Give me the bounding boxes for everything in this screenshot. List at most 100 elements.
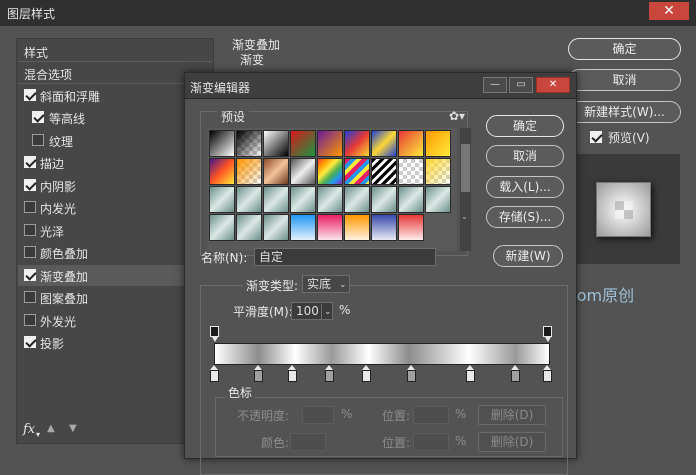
- gear-icon[interactable]: ✿▾: [449, 109, 465, 123]
- close-button[interactable]: ✕: [649, 2, 689, 20]
- preset-swatch[interactable]: [371, 158, 397, 185]
- smoothness-field[interactable]: 100 ⌄: [291, 302, 333, 320]
- checkbox[interactable]: [24, 89, 36, 101]
- color-stop[interactable]: [466, 365, 475, 382]
- preset-swatch[interactable]: [398, 130, 424, 157]
- arrow-down-icon[interactable]: ▼: [69, 423, 77, 434]
- style-item-bevel[interactable]: 斜面和浮雕: [18, 85, 212, 106]
- editor-ok-button[interactable]: 确定: [486, 115, 564, 137]
- style-item-satin[interactable]: 光泽: [18, 220, 212, 241]
- color-stop[interactable]: [543, 365, 552, 382]
- gradient-bar[interactable]: [214, 343, 550, 365]
- editor-cancel-button[interactable]: 取消: [486, 145, 564, 167]
- preset-swatch[interactable]: [317, 186, 343, 213]
- style-item-texture[interactable]: 纹理: [18, 130, 212, 151]
- color-stop[interactable]: [210, 365, 219, 382]
- preset-swatch[interactable]: [290, 130, 316, 157]
- preset-swatch[interactable]: [344, 158, 370, 185]
- gradient-type-label: 渐变类型:: [243, 277, 302, 294]
- color-stop[interactable]: [511, 365, 520, 382]
- preview-checkbox[interactable]: [590, 131, 602, 143]
- presets-scrollbar[interactable]: [460, 128, 471, 251]
- preset-swatch[interactable]: [209, 158, 235, 185]
- color-swatch: [290, 433, 326, 451]
- preset-swatch[interactable]: [425, 158, 451, 185]
- name-field[interactable]: 自定: [254, 248, 436, 266]
- arrow-up-icon[interactable]: ▲: [47, 423, 55, 434]
- style-item-color-overlay[interactable]: 颜色叠加: [18, 242, 212, 263]
- new-gradient-button[interactable]: 新建(W): [493, 245, 563, 267]
- opacity-stop[interactable]: [210, 326, 219, 342]
- color-stop[interactable]: [254, 365, 263, 382]
- load-button[interactable]: 载入(L)...: [486, 176, 564, 198]
- preset-swatch[interactable]: [398, 158, 424, 185]
- style-item-stroke[interactable]: 描边: [18, 152, 212, 173]
- scrollbar-thumb[interactable]: [461, 144, 470, 192]
- color-stop[interactable]: [325, 365, 334, 382]
- preset-swatch[interactable]: [317, 158, 343, 185]
- styles-header[interactable]: 样式: [18, 41, 212, 62]
- preset-swatch[interactable]: [317, 130, 343, 157]
- checkbox[interactable]: [24, 246, 36, 258]
- preset-swatch[interactable]: [236, 186, 262, 213]
- preset-swatch[interactable]: [344, 186, 370, 213]
- checkbox[interactable]: [24, 224, 36, 236]
- preset-swatch[interactable]: [425, 186, 451, 213]
- preset-swatch[interactable]: [290, 186, 316, 213]
- style-item-inner-shadow[interactable]: 内阴影: [18, 175, 212, 196]
- blending-options[interactable]: 混合选项: [18, 63, 212, 84]
- opacity-stop[interactable]: [543, 326, 552, 342]
- color-stop[interactable]: [407, 365, 416, 382]
- checkbox[interactable]: [24, 269, 36, 281]
- preset-swatch[interactable]: [209, 214, 235, 241]
- color-stop[interactable]: [288, 365, 297, 382]
- preset-swatch[interactable]: [263, 130, 289, 157]
- save-button[interactable]: 存储(S)...: [486, 206, 564, 228]
- preset-swatch[interactable]: [290, 158, 316, 185]
- fx-button[interactable]: fx: [23, 422, 35, 437]
- gradient-type-select[interactable]: 实底 ⌄: [302, 275, 350, 293]
- new-style-button[interactable]: 新建样式(W)...: [568, 101, 681, 123]
- preset-swatch[interactable]: [209, 130, 235, 157]
- checkbox[interactable]: [24, 156, 36, 168]
- style-item-contour[interactable]: 等高线: [18, 107, 212, 128]
- preset-swatch[interactable]: [371, 186, 397, 213]
- checkbox[interactable]: [24, 314, 36, 326]
- style-item-inner-glow[interactable]: 内发光: [18, 197, 212, 218]
- preset-swatch[interactable]: [371, 130, 397, 157]
- close-icon[interactable]: ✕: [536, 77, 570, 93]
- checkbox[interactable]: [24, 201, 36, 213]
- preset-swatch[interactable]: [290, 214, 316, 241]
- scroll-down-icon[interactable]: ⌄: [461, 212, 468, 221]
- checkbox[interactable]: [24, 336, 36, 348]
- checkbox[interactable]: [32, 111, 44, 123]
- style-item-pattern-overlay[interactable]: 图案叠加: [18, 287, 212, 308]
- preset-swatch[interactable]: [344, 214, 370, 241]
- color-stop[interactable]: [362, 365, 371, 382]
- style-item-outer-glow[interactable]: 外发光: [18, 310, 212, 331]
- preset-swatch[interactable]: [371, 214, 397, 241]
- preset-swatch[interactable]: [425, 130, 451, 157]
- preset-swatch[interactable]: [263, 214, 289, 241]
- preset-swatch[interactable]: [317, 214, 343, 241]
- preset-swatch[interactable]: [398, 186, 424, 213]
- preset-swatch[interactable]: [398, 214, 424, 241]
- style-item-gradient-overlay[interactable]: 渐变叠加: [18, 265, 212, 286]
- checkbox[interactable]: [24, 179, 36, 191]
- cancel-button[interactable]: 取消: [568, 69, 681, 91]
- chevron-down-icon[interactable]: ⌄: [321, 304, 332, 320]
- style-item-label: 描边: [40, 157, 65, 171]
- ok-button[interactable]: 确定: [568, 38, 681, 60]
- preset-swatch[interactable]: [209, 186, 235, 213]
- checkbox[interactable]: [32, 134, 44, 146]
- checkbox[interactable]: [24, 291, 36, 303]
- preset-swatch[interactable]: [344, 130, 370, 157]
- preset-swatch[interactable]: [236, 214, 262, 241]
- minimize-icon[interactable]: —: [483, 77, 507, 93]
- preset-swatch[interactable]: [263, 158, 289, 185]
- preset-swatch[interactable]: [236, 130, 262, 157]
- style-item-drop-shadow[interactable]: 投影: [18, 332, 212, 353]
- maximize-icon[interactable]: ▭: [509, 77, 533, 93]
- preset-swatch[interactable]: [236, 158, 262, 185]
- preset-swatch[interactable]: [263, 186, 289, 213]
